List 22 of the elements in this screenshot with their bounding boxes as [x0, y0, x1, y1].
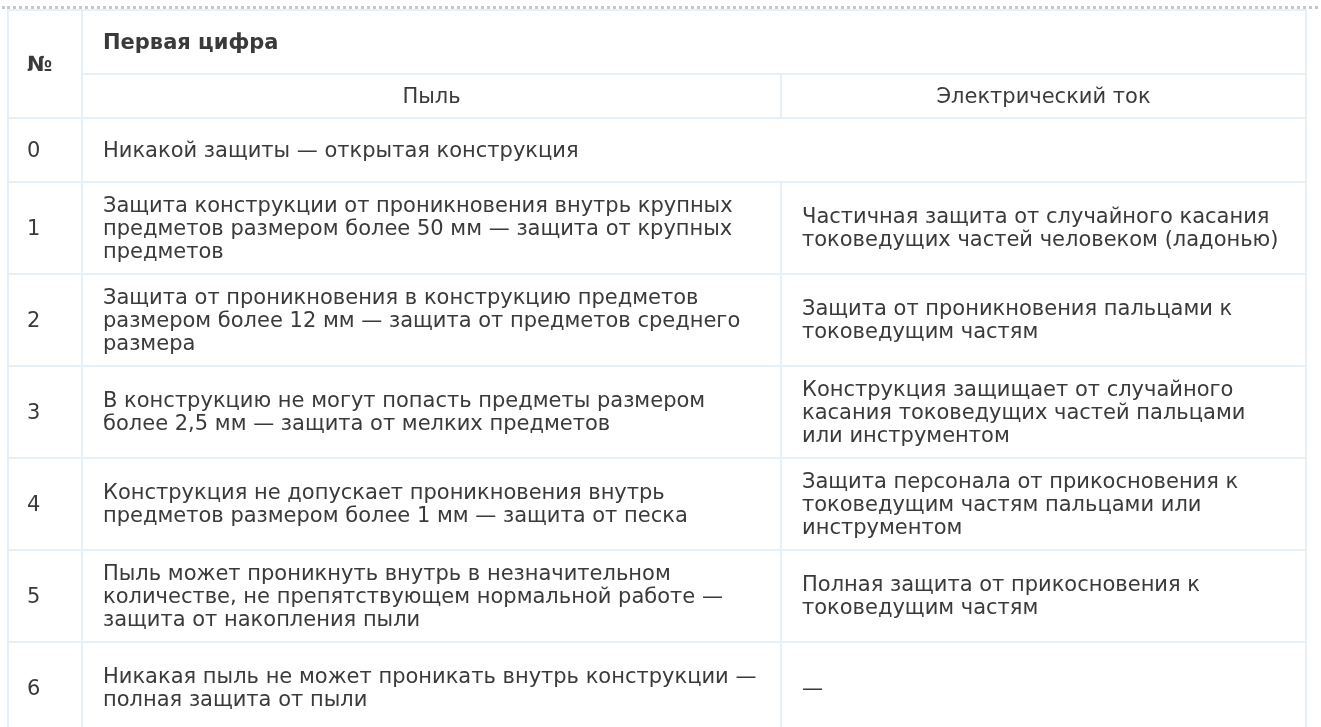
table-cell: Конструкция защищает от случайного касания токоведущих частей пальцами или инструментом — [781, 366, 1306, 458]
table-cell: 5 — [8, 550, 82, 642]
column-header: Пыль — [82, 74, 781, 118]
group-header: Первая цифра — [82, 10, 1306, 74]
table-cell: 6 — [8, 642, 82, 727]
table-cell: 3 — [8, 366, 82, 458]
table-cell: Защита конструкции от проникновения внутрь крупных предметов размером более 50 мм — защита от крупных предметов — [82, 182, 781, 274]
number-header: № — [8, 10, 82, 118]
table-cell: 4 — [8, 458, 82, 550]
table-cell: В конструкцию не могут попасть предметы размером более 2,5 мм — защита от мелких предметов — [82, 366, 781, 458]
table-cell: Конструкция не допускает проникновения внутрь предметов размером более 1 мм — защита от песка — [82, 458, 781, 550]
table-cell: 0 — [8, 118, 82, 182]
table-cell: Никакой защиты — открытая конструкция — [82, 118, 1306, 182]
table-cell: 2 — [8, 274, 82, 366]
table-cell: Частичная защита от случайного касания токоведущих частей человеком (ладонью) — [781, 182, 1306, 274]
table-cell: Защита персонала от прикосновения к токоведущим частям пальцами или инструментом — [781, 458, 1306, 550]
table-cell: 1 — [8, 182, 82, 274]
table-cell: Защита от проникновения пальцами к токоведущим частям — [781, 274, 1306, 366]
table-cell: Пыль может проникнуть внутрь в незначительном количестве, не препятствующем нормальной работе — защита от накопления пыли — [82, 550, 781, 642]
table-cell: Полная защита от прикосновения к токоведущим частям — [781, 550, 1306, 642]
column-header: Электрический ток — [781, 74, 1306, 118]
table-cell: Защита от проникновения в конструкцию предметов размером более 12 мм — защита от предметов среднего размера — [82, 274, 781, 366]
